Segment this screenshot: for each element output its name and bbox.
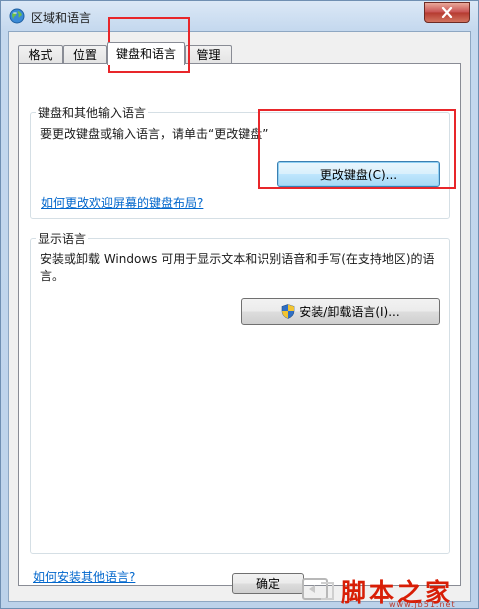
tab-administrative[interactable]: 管理 [185,45,232,64]
display-language-description-line2: 言。 [40,269,65,283]
keyboard-group-title: 键盘和其他输入语言 [36,104,149,121]
display-language-description-line1: 安装或卸载 Windows 可用于显示文本和识别语音和手写(在支持地区)的语 [40,252,435,266]
tab-formats[interactable]: 格式 [18,45,63,64]
install-other-languages-link[interactable]: 如何安装其他语言? [33,568,135,585]
watermark-url: www.jb51.net [389,600,456,609]
install-uninstall-languages-button[interactable]: 安装/卸载语言(I)... [241,298,440,325]
window-title: 区域和语言 [31,11,92,25]
install-uninstall-languages-label: 安装/卸载语言(I)... [299,305,400,319]
watermark: 脚本之家 www.jb51.net [341,573,476,609]
keyboard-description: 要更改键盘或输入语言，请单击“更改键盘” [40,127,269,141]
display-language-group-title: 显示语言 [36,230,89,247]
ok-button[interactable]: 确定 [232,573,304,594]
uac-shield-icon [281,304,295,319]
annotation-box-button [258,109,456,189]
close-icon [441,7,453,18]
tab-keyboards-languages[interactable]: 键盘和语言 [107,42,185,65]
welcome-screen-layout-link[interactable]: 如何更改欢迎屏幕的键盘布局? [41,194,203,211]
watermark-logo-icon [302,578,334,600]
globe-icon [9,8,25,24]
display-language-group-box [30,238,450,554]
tab-location[interactable]: 位置 [63,45,107,64]
close-button[interactable] [424,2,470,23]
region-language-dialog: 区域和语言 格式 位置 键盘和语言 管理 键盘和其他输入语言 要更改键盘或输入语… [0,0,479,609]
title-bar[interactable]: 区域和语言 [1,1,478,31]
